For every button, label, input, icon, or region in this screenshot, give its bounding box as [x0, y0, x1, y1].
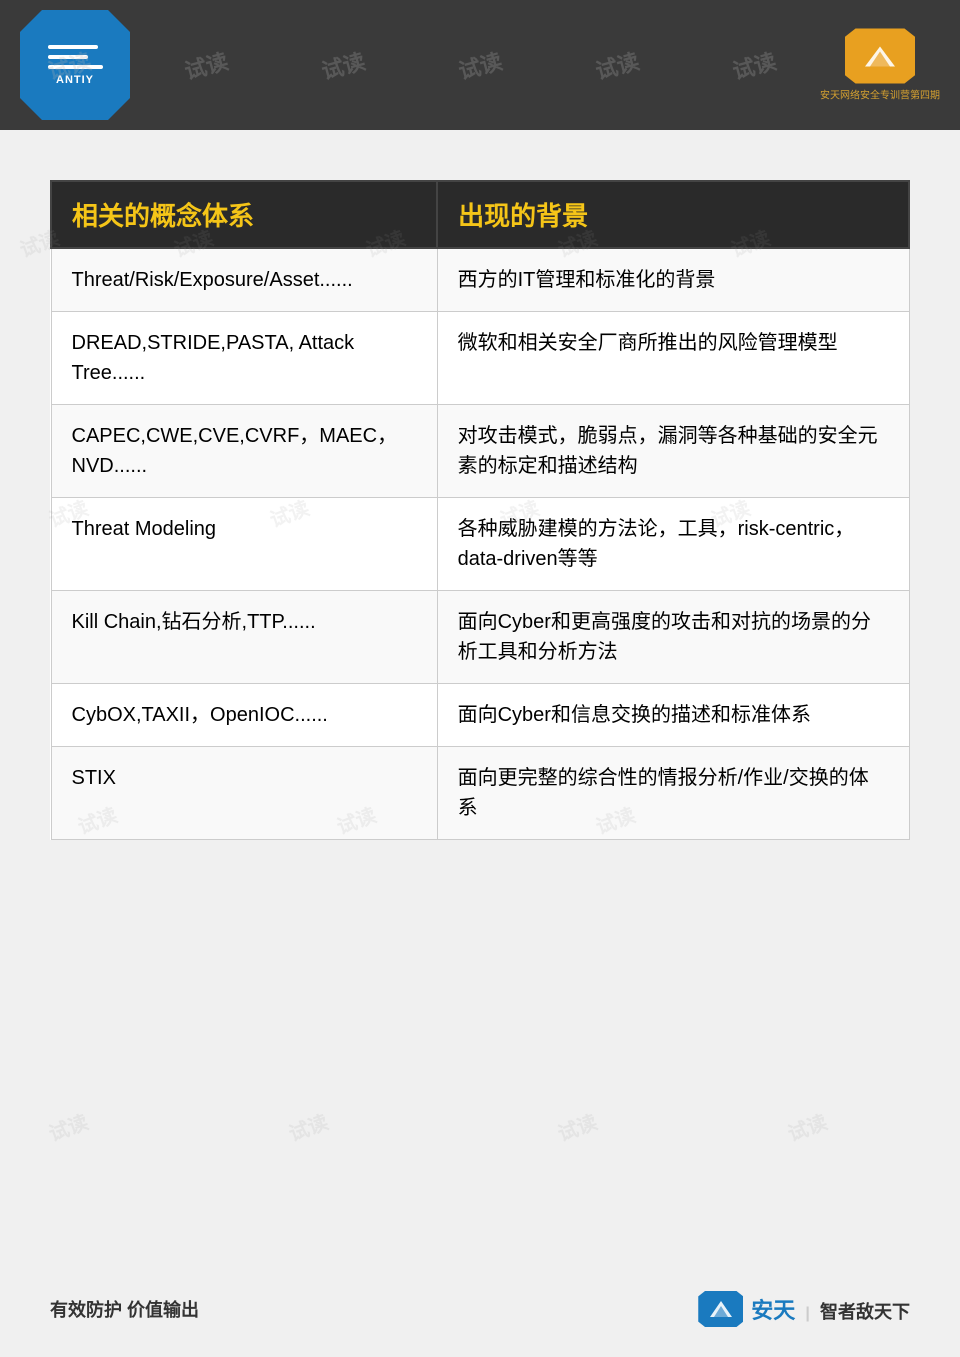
footer: 有效防护 价值输出 安天 | 智者敌天下: [50, 1291, 910, 1327]
table-row: CAPEC,CWE,CVE,CVRF，MAEC，NVD......对攻击模式，脆…: [51, 405, 909, 498]
logo-line-1: [48, 45, 98, 49]
footer-sub-text: 智者敌天下: [820, 1302, 910, 1322]
header-wm-4: 试读: [455, 44, 506, 86]
right-logo-text: 安天网络安全专训营第四期: [820, 87, 940, 102]
body-wm-16: 试读: [783, 1106, 831, 1147]
logo-line-2: [48, 55, 88, 59]
header-wm-3: 试读: [317, 44, 368, 86]
table-row: CybOX,TAXII，OpenIOC......面向Cyber和信息交换的描述…: [51, 684, 909, 747]
table-cell-left-4: Kill Chain,钻石分析,TTP......: [51, 591, 437, 684]
table-cell-left-6: STIX: [51, 747, 437, 840]
table-row: Threat/Risk/Exposure/Asset......西方的IT管理和…: [51, 248, 909, 312]
antiy-logo-text: ANTIY: [56, 74, 94, 86]
table-cell-left-1: DREAD,STRIDE,PASTA, Attack Tree......: [51, 312, 437, 405]
table-cell-right-0: 西方的IT管理和标准化的背景: [437, 248, 909, 312]
col2-header: 出现的背景: [437, 181, 909, 248]
footer-logo-svg: [707, 1298, 735, 1320]
table-cell-right-5: 面向Cyber和信息交换的描述和标准体系: [437, 684, 909, 747]
table-cell-left-2: CAPEC,CWE,CVE,CVRF，MAEC，NVD......: [51, 405, 437, 498]
footer-antiy-text: 安天: [751, 1298, 795, 1323]
body-wm-14: 试读: [284, 1106, 332, 1147]
header-wm-6: 试读: [729, 44, 780, 86]
header-wm-5: 试读: [592, 44, 643, 86]
table-row: Kill Chain,钻石分析,TTP......面向Cyber和更高强度的攻击…: [51, 591, 909, 684]
right-logo-icon: [845, 29, 915, 84]
main-content: 相关的概念体系 出现的背景 Threat/Risk/Exposure/Asset…: [0, 130, 960, 880]
table-row: Threat Modeling各种威胁建模的方法论，工具，risk-centri…: [51, 498, 909, 591]
footer-divider: |: [805, 1305, 809, 1322]
table-row: STIX面向更完整的综合性的情报分析/作业/交换的体系: [51, 747, 909, 840]
header-wm-2: 试读: [180, 44, 231, 86]
table-cell-right-4: 面向Cyber和更高强度的攻击和对抗的场景的分析工具和分析方法: [437, 591, 909, 684]
header: ANTIY 试读 试读 试读 试读 试读 试读 试读 安天网络安全专训营第四期: [0, 0, 960, 130]
header-watermarks: 试读 试读 试读 试读 试读 试读 试读: [0, 0, 960, 130]
header-right-logo: 安天网络安全专训营第四期: [820, 29, 940, 102]
body-wm-13: 试读: [44, 1106, 92, 1147]
concept-table: 相关的概念体系 出现的背景 Threat/Risk/Exposure/Asset…: [50, 180, 910, 840]
col1-header: 相关的概念体系: [51, 181, 437, 248]
antiy-logo: ANTIY: [20, 10, 130, 120]
table-row: DREAD,STRIDE,PASTA, Attack Tree......微软和…: [51, 312, 909, 405]
table-cell-right-6: 面向更完整的综合性的情报分析/作业/交换的体系: [437, 747, 909, 840]
table-cell-right-1: 微软和相关安全厂商所推出的风险管理模型: [437, 312, 909, 405]
right-logo-svg: [860, 41, 900, 71]
footer-logo-icon: [698, 1291, 743, 1327]
logo-lines: [48, 45, 103, 69]
table-cell-right-3: 各种威胁建模的方法论，工具，risk-centric，data-driven等等: [437, 498, 909, 591]
footer-logo: 安天 | 智者敌天下: [698, 1291, 910, 1327]
logo-line-3: [48, 65, 103, 69]
footer-logo-text: 安天 | 智者敌天下: [751, 1293, 910, 1325]
table-cell-left-0: Threat/Risk/Exposure/Asset......: [51, 248, 437, 312]
table-cell-right-2: 对攻击模式，脆弱点，漏洞等各种基础的安全元素的标定和描述结构: [437, 405, 909, 498]
table-cell-left-5: CybOX,TAXII，OpenIOC......: [51, 684, 437, 747]
table-cell-left-3: Threat Modeling: [51, 498, 437, 591]
body-wm-15: 试读: [553, 1106, 601, 1147]
footer-slogan: 有效防护 价值输出: [50, 1296, 199, 1322]
